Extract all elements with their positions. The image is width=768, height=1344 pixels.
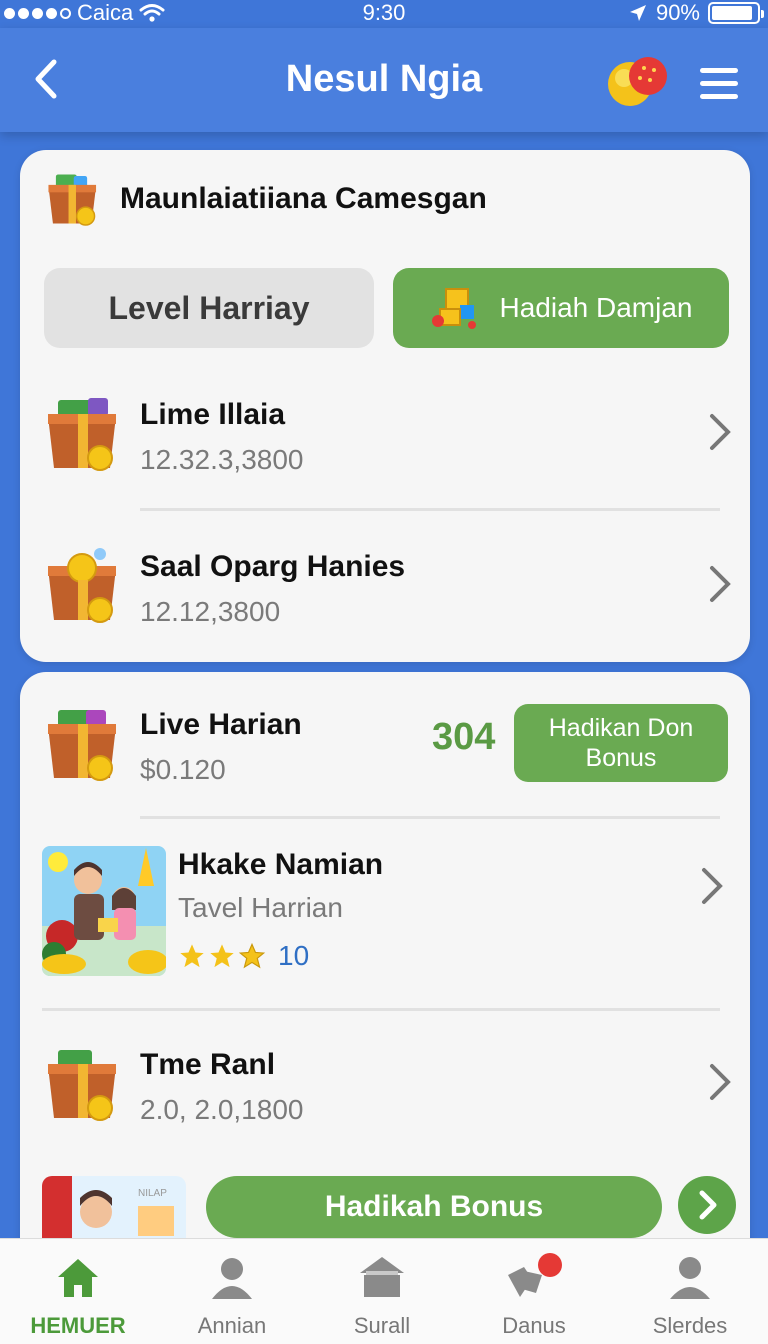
live-count: 304	[432, 716, 496, 758]
person-icon	[212, 1258, 252, 1299]
feature-title: Hkake Namian	[178, 848, 384, 881]
list-item-value: 12.32.3,3800	[140, 444, 304, 475]
tab-level-harriay[interactable]: Level Harriay	[44, 268, 374, 348]
chevron-right-icon	[710, 566, 731, 602]
treasure-box-icon	[48, 174, 97, 226]
treasure-box-icon	[48, 710, 116, 781]
tab-label: Danus	[502, 1313, 566, 1338]
divider	[140, 508, 720, 511]
tab-label: Annian	[197, 1313, 267, 1338]
campaign-title: Maunlaiatiiana Camesgan	[120, 182, 487, 215]
list-item-saal-oparg-hanies[interactable]: Saal Oparg Hanies 12.12,3800	[44, 546, 734, 656]
promo-thumbnail: NILAP	[42, 1176, 186, 1246]
list-item-value: 12.12,3800	[140, 596, 281, 627]
star-icon	[180, 944, 204, 968]
chevron-right-icon	[710, 414, 731, 450]
battery-percent: 90%	[655, 0, 700, 25]
profile-icon	[670, 1257, 710, 1299]
tab-surall[interactable]: Surall	[312, 1253, 452, 1339]
rating-count: 10	[278, 940, 310, 971]
bonus-icon	[508, 1253, 562, 1297]
menu-icon[interactable]	[700, 68, 738, 99]
location-arrow-icon	[629, 5, 646, 21]
button-label-line2: Bonus	[585, 744, 657, 772]
feature-subtitle: Tavel Harrian	[178, 892, 343, 923]
coin-badge-icon[interactable]	[606, 56, 668, 108]
campaign-header: Maunlaiatiiana Camesgan	[44, 170, 487, 228]
list-item-title: Lime Illaia	[140, 398, 286, 431]
list-item-title: Tme Ranl	[140, 1048, 276, 1081]
chevron-right-icon	[710, 1064, 731, 1100]
tab-label: Surall	[353, 1313, 411, 1338]
tab-label: Slerdes	[652, 1313, 728, 1338]
tab-danus[interactable]: Danus	[464, 1253, 604, 1339]
next-button[interactable]	[678, 1176, 736, 1234]
divider	[140, 816, 720, 819]
treasure-box-icon	[48, 398, 116, 471]
rewards-card: Live Harian $0.120 304 Hadikan Don Bonus…	[20, 672, 750, 1272]
list-item-value: 2.0, 2.0,1800	[140, 1094, 304, 1125]
chevron-right-icon[interactable]	[696, 866, 726, 906]
tab-slerdes[interactable]: Slerdes	[620, 1253, 760, 1339]
tab-label: HEMUER	[30, 1313, 126, 1338]
app-header: Nesul Ngia	[0, 28, 768, 132]
promo-illustration	[42, 846, 166, 976]
tab-annian[interactable]: Annian	[162, 1253, 302, 1339]
list-item-title: Saal Oparg Hanies	[140, 550, 406, 583]
status-bar: Caica 9:30 90%	[0, 0, 768, 28]
bottom-tab-bar: HEMUER Annian Surall Danus Slerdes	[0, 1238, 768, 1344]
rating-stars: 10	[178, 940, 309, 972]
list-item-title: Live Harian	[140, 708, 302, 741]
tab-hemuer[interactable]: HEMUER	[8, 1253, 148, 1339]
tab-hadiah-damjan[interactable]: Hadiah Damjan	[393, 268, 729, 348]
battery-icon	[708, 2, 764, 24]
thumbnail-text: NILAP	[138, 1188, 167, 1199]
treasure-box-icon	[48, 1050, 116, 1121]
list-item-value: $0.120	[140, 754, 226, 785]
treasure-box-icon	[48, 548, 116, 623]
button-label-line1: Hadikan Don	[548, 714, 694, 742]
gift-blocks-icon	[431, 288, 476, 329]
star-icon	[238, 942, 266, 969]
chevron-right-icon	[699, 1190, 717, 1220]
hadikah-bonus-button[interactable]: Hadikah Bonus	[206, 1176, 662, 1238]
status-right: 90%	[628, 0, 764, 26]
hadikan-don-bonus-button[interactable]: Hadikan Don Bonus	[514, 704, 728, 782]
campaign-card: Maunlaiatiiana Camesgan Level Harriay Ha…	[20, 150, 750, 662]
home-icon	[58, 1259, 98, 1297]
divider	[42, 1008, 720, 1011]
store-icon	[360, 1257, 404, 1297]
list-item-lime-illaia[interactable]: Lime Illaia 12.32.3,3800	[44, 394, 734, 504]
battery-level	[712, 6, 752, 20]
tab-hadiah-damjan-label: Hadiah Damjan	[499, 292, 693, 323]
list-item-tme-ranl[interactable]: Tme Ranl 2.0, 2.0,1800	[44, 1044, 734, 1154]
star-icon	[210, 944, 234, 968]
